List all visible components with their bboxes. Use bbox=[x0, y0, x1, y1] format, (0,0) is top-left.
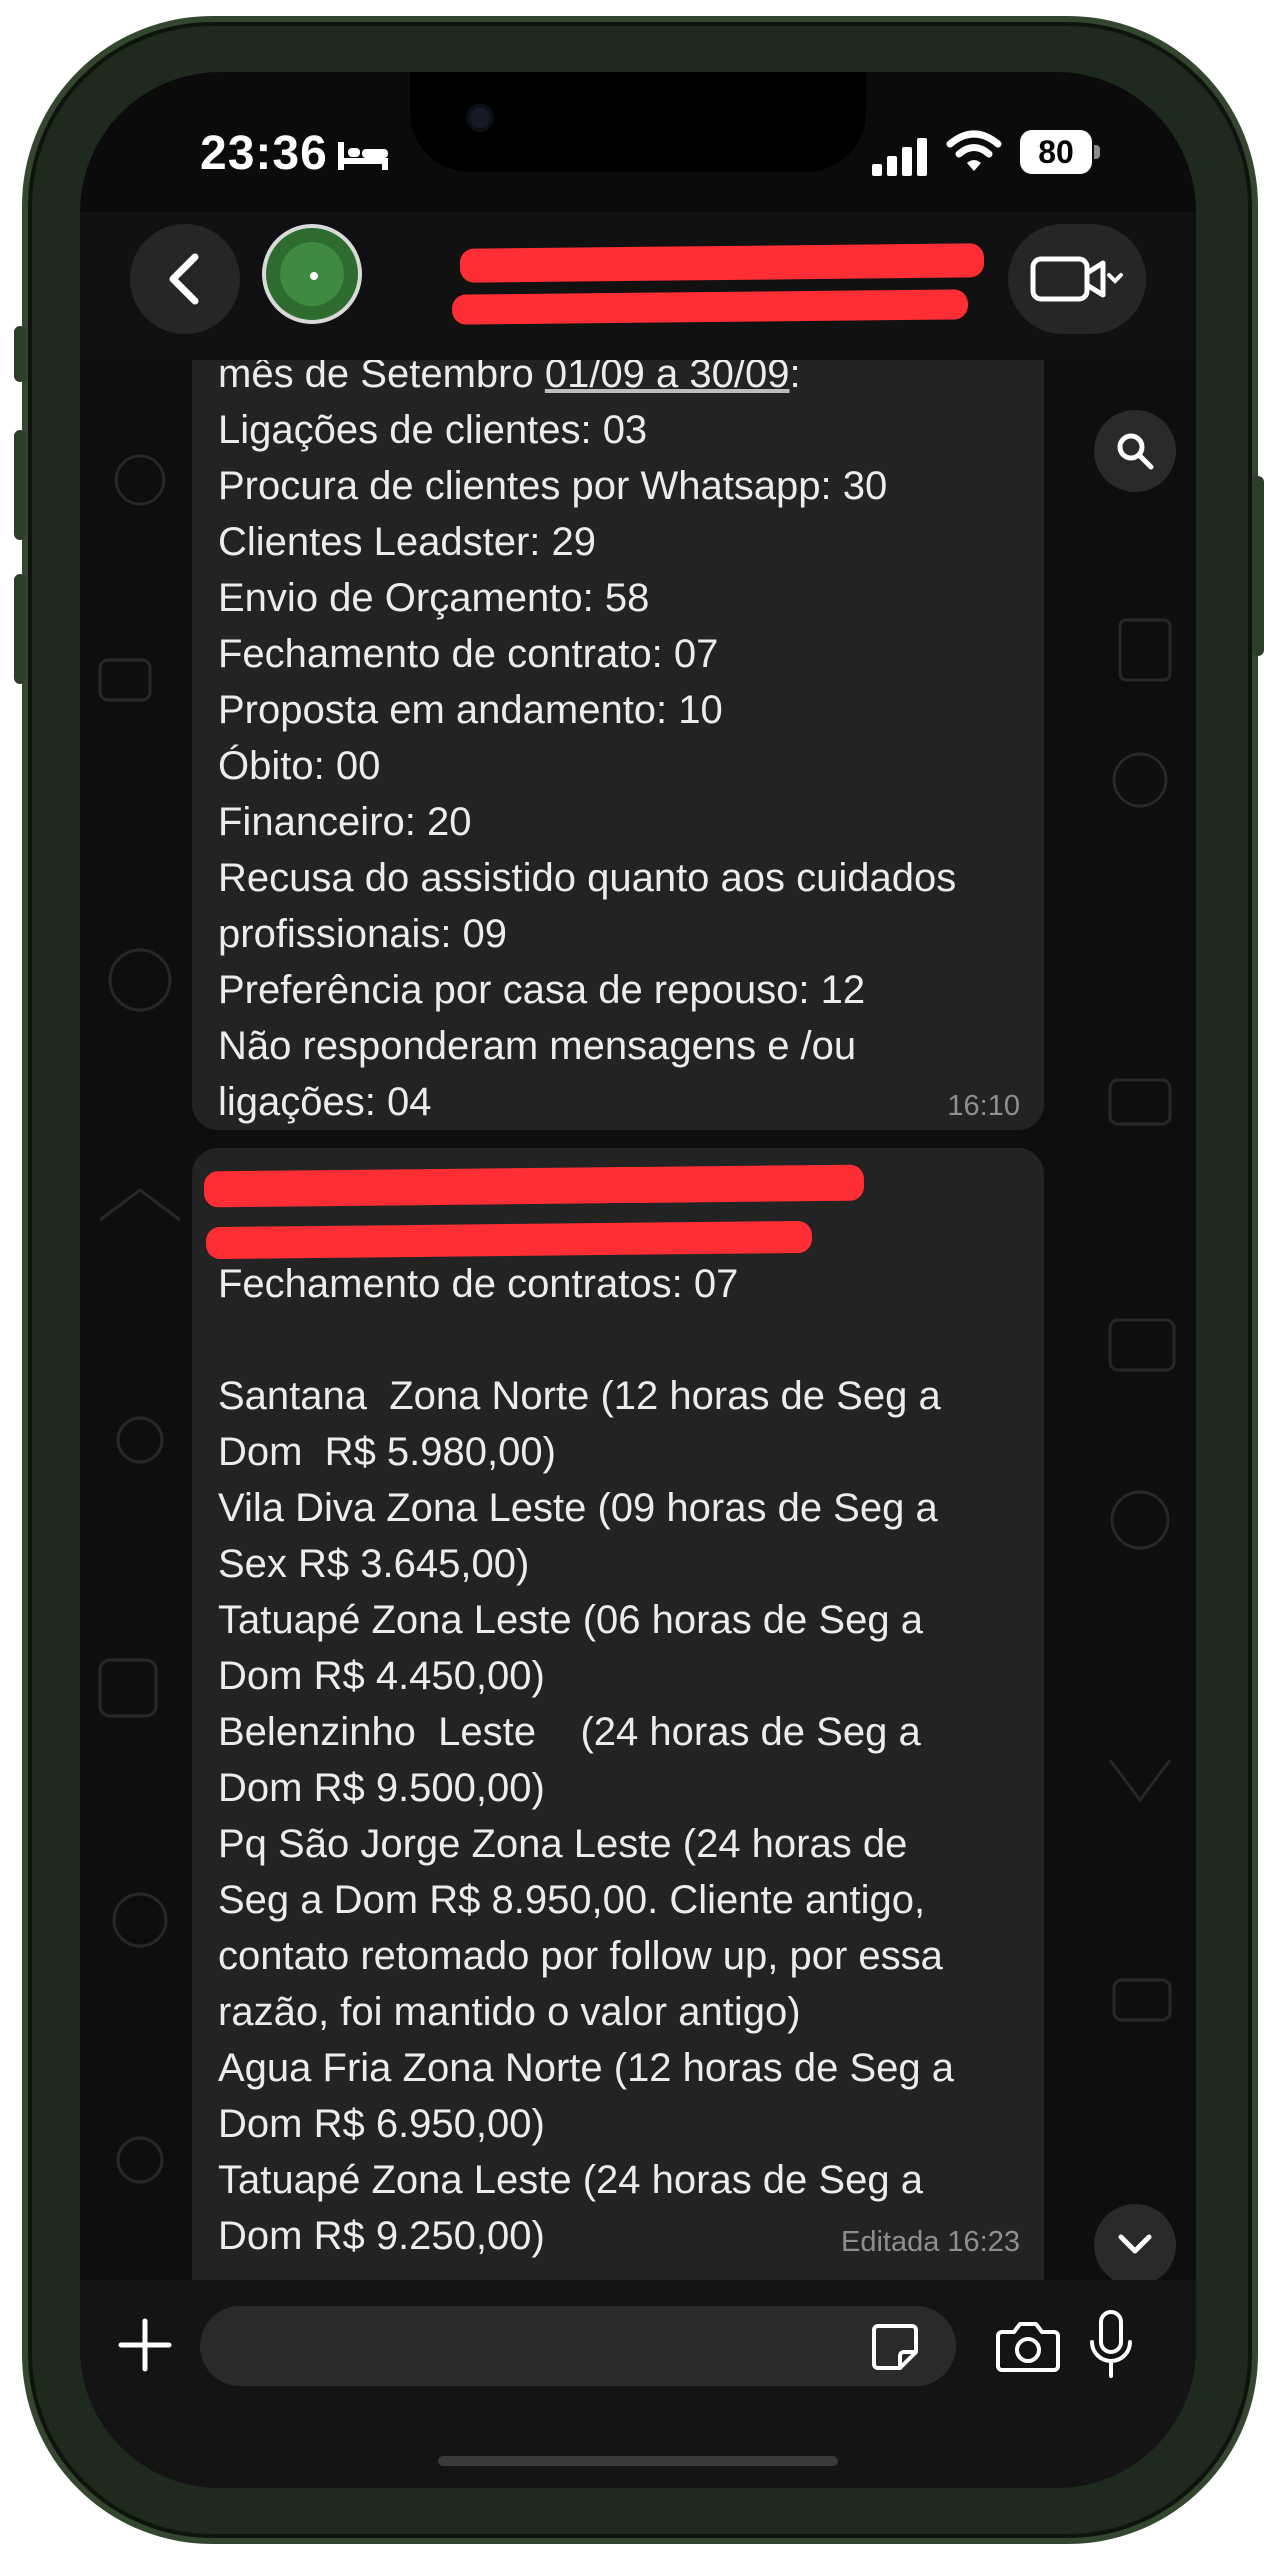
phone-power-button bbox=[1252, 476, 1264, 656]
sleep-focus-icon bbox=[338, 142, 388, 170]
plus-icon bbox=[118, 2318, 172, 2372]
cellular-signal-icon bbox=[872, 138, 927, 176]
message-line: Fechamento de contrato: 07 bbox=[218, 632, 719, 676]
phone-volume-down-button bbox=[14, 574, 26, 684]
message-line: profissionais: 09 bbox=[218, 912, 508, 956]
message-line: mês de Setembro 01/09 a 30/09: bbox=[218, 360, 801, 402]
message-line: Dom R$ 4.450,00) bbox=[218, 1654, 545, 1698]
sticker-icon[interactable] bbox=[870, 2322, 920, 2372]
message-line: Não responderam mensagens e /ou bbox=[218, 1024, 857, 1068]
message-line: contato retomado por follow up, por essa bbox=[218, 1934, 943, 1978]
message-line: Óbito: 00 bbox=[218, 744, 381, 788]
message-line: Dom R$ 5.980,00) bbox=[218, 1430, 556, 1474]
phone-screen: 23:36 80 mês de Setembro 01/09 a 30/09: … bbox=[80, 72, 1196, 2488]
wifi-icon bbox=[946, 130, 1002, 171]
battery-tip bbox=[1094, 145, 1100, 159]
message-line: Preferência por casa de repouso: 12 bbox=[218, 968, 866, 1012]
message-line: Clientes Leadster: 29 bbox=[218, 520, 597, 564]
chat-header bbox=[80, 212, 1196, 360]
avatar-detail bbox=[310, 272, 318, 280]
message-timestamp: 16:10 bbox=[947, 1090, 1020, 1122]
contact-avatar[interactable] bbox=[262, 224, 362, 324]
message-line: Seg a Dom R$ 8.950,00. Cliente antigo, bbox=[218, 1878, 926, 1922]
message-line: Fechamento de contratos: 07 bbox=[218, 1262, 739, 1306]
microphone-icon[interactable] bbox=[1086, 2310, 1136, 2382]
message-input[interactable] bbox=[200, 2306, 956, 2386]
message-line: Financeiro: 20 bbox=[218, 800, 472, 844]
scroll-to-bottom-button[interactable] bbox=[1094, 2204, 1176, 2280]
message-bubble[interactable]: Fechamento de contratos: 07 Santana Zona… bbox=[192, 1148, 1044, 2280]
message-line: Dom R$ 9.250,00) bbox=[218, 2214, 545, 2258]
message-line: Envio de Orçamento: 58 bbox=[218, 576, 650, 620]
message-text: mês de Setembro 01/09 a 30/09: bbox=[218, 360, 801, 396]
message-line: razão, foi mantido o valor antigo) bbox=[218, 1990, 801, 2034]
message-line: Tatuapé Zona Leste (24 horas de Seg a bbox=[218, 2158, 923, 2202]
message-line: Proposta em andamento: 10 bbox=[218, 688, 723, 732]
phone-volume-up-button bbox=[14, 430, 26, 540]
battery-level: 80 bbox=[1020, 130, 1092, 174]
date-range-link[interactable]: 01/09 a 30/09 bbox=[545, 360, 790, 396]
message-line: Agua Fria Zona Norte (12 horas de Seg a bbox=[218, 2046, 954, 2090]
message-line: Santana Zona Norte (12 horas de Seg a bbox=[218, 1374, 941, 1418]
video-call-button[interactable] bbox=[1008, 224, 1146, 334]
camera-icon[interactable] bbox=[996, 2318, 1060, 2374]
battery-indicator: 80 bbox=[1020, 130, 1100, 174]
status-time: 23:36 bbox=[200, 127, 328, 180]
search-icon bbox=[1117, 433, 1154, 470]
phone-action-button bbox=[14, 326, 26, 382]
message-line: Dom R$ 6.950,00) bbox=[218, 2102, 545, 2146]
attach-button[interactable] bbox=[110, 2310, 180, 2380]
message-line: Sex R$ 3.645,00) bbox=[218, 1542, 530, 1586]
message-line: Pq São Jorge Zona Leste (24 horas de bbox=[218, 1822, 908, 1866]
message-line: ligações: 04 bbox=[218, 1080, 432, 1124]
search-button[interactable] bbox=[1094, 410, 1176, 492]
message-line: Procura de clientes por Whatsapp: 30 bbox=[218, 464, 888, 508]
message-line: Vila Diva Zona Leste (09 horas de Seg a bbox=[218, 1486, 938, 1530]
message-line: Ligações de clientes: 03 bbox=[218, 408, 648, 452]
chevron-left-icon bbox=[169, 253, 199, 305]
message-line: Dom R$ 9.500,00) bbox=[218, 1766, 545, 1810]
message-bubble[interactable]: mês de Setembro 01/09 a 30/09: Ligações … bbox=[192, 360, 1044, 1130]
message-timestamp: Editada 16:23 bbox=[841, 2226, 1020, 2258]
back-button[interactable] bbox=[130, 224, 240, 334]
home-indicator bbox=[438, 2456, 838, 2466]
message-line: Tatuapé Zona Leste (06 horas de Seg a bbox=[218, 1598, 923, 1642]
chat-area[interactable]: mês de Setembro 01/09 a 30/09: Ligações … bbox=[80, 360, 1196, 2280]
chevron-down-icon bbox=[1118, 2234, 1152, 2254]
message-line: Recusa do assistido quanto aos cuidados bbox=[218, 856, 957, 900]
contact-info[interactable] bbox=[380, 222, 985, 332]
redaction-bar bbox=[459, 243, 985, 283]
redaction-bar bbox=[205, 1220, 813, 1260]
redaction-bar bbox=[203, 1164, 865, 1208]
redaction-bar bbox=[451, 289, 969, 325]
video-call-icon bbox=[1030, 256, 1123, 302]
front-camera-icon bbox=[466, 104, 494, 132]
message-line: Belenzinho Leste (24 horas de Seg a bbox=[218, 1710, 921, 1754]
